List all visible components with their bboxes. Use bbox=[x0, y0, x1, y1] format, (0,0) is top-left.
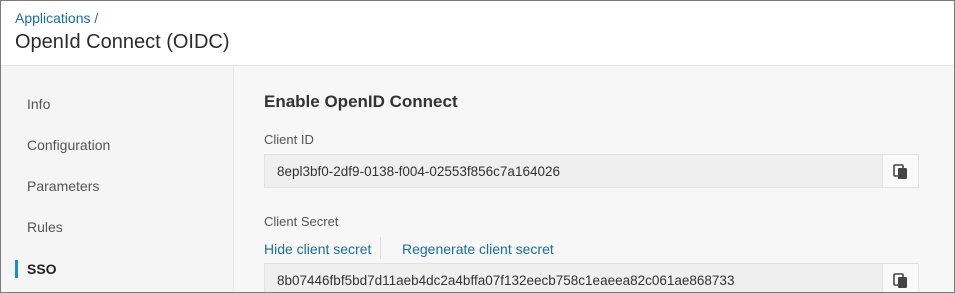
sidebar-item-label: Info bbox=[27, 96, 51, 112]
copy-icon bbox=[893, 273, 907, 288]
sidebar-item-rules[interactable]: Rules bbox=[1, 213, 233, 243]
breadcrumb: Applications / bbox=[15, 10, 98, 26]
copy-client-secret-button[interactable] bbox=[882, 264, 918, 292]
copy-client-id-button[interactable] bbox=[882, 155, 918, 187]
link-divider bbox=[380, 237, 381, 259]
main-content: Enable OpenID Connect Client ID 8epl3bf0… bbox=[234, 66, 954, 292]
sidebar-item-label: SSO bbox=[27, 261, 57, 277]
breadcrumb-applications-link[interactable]: Applications / bbox=[15, 10, 98, 26]
sidebar-item-label: Configuration bbox=[27, 137, 111, 153]
client-secret-field[interactable]: 8b07446fbf5bd7d11aeb4dc2a4bffa07f132eecb… bbox=[264, 263, 919, 292]
regenerate-client-secret-link[interactable]: Regenerate client secret bbox=[402, 241, 554, 257]
client-id-value: 8epl3bf0-2df9-0138-f004-02553f856c7a1640… bbox=[277, 164, 560, 179]
client-secret-label: Client Secret bbox=[264, 214, 339, 229]
sidebar-item-parameters[interactable]: Parameters bbox=[1, 172, 233, 202]
sidebar-item-label: Parameters bbox=[27, 178, 100, 194]
client-secret-value: 8b07446fbf5bd7d11aeb4dc2a4bffa07f132eecb… bbox=[277, 273, 735, 288]
copy-icon bbox=[893, 164, 907, 179]
page-header: Applications / OpenId Connect (OIDC) bbox=[1, 1, 954, 66]
client-id-field[interactable]: 8epl3bf0-2df9-0138-f004-02553f856c7a1640… bbox=[264, 154, 919, 188]
section-title: Enable OpenID Connect bbox=[264, 92, 458, 111]
sidebar-item-configuration[interactable]: Configuration bbox=[1, 131, 233, 161]
sidebar-item-sso[interactable]: SSO bbox=[1, 255, 233, 285]
page-title: OpenId Connect (OIDC) bbox=[15, 31, 230, 53]
hide-client-secret-link[interactable]: Hide client secret bbox=[264, 241, 371, 257]
client-id-label: Client ID bbox=[264, 132, 314, 147]
sidebar-item-label: Rules bbox=[27, 219, 63, 235]
sidebar: Info Configuration Parameters Rules SSO bbox=[1, 66, 234, 292]
sidebar-item-info[interactable]: Info bbox=[1, 90, 233, 120]
app-window: Applications / OpenId Connect (OIDC) Inf… bbox=[0, 0, 955, 293]
